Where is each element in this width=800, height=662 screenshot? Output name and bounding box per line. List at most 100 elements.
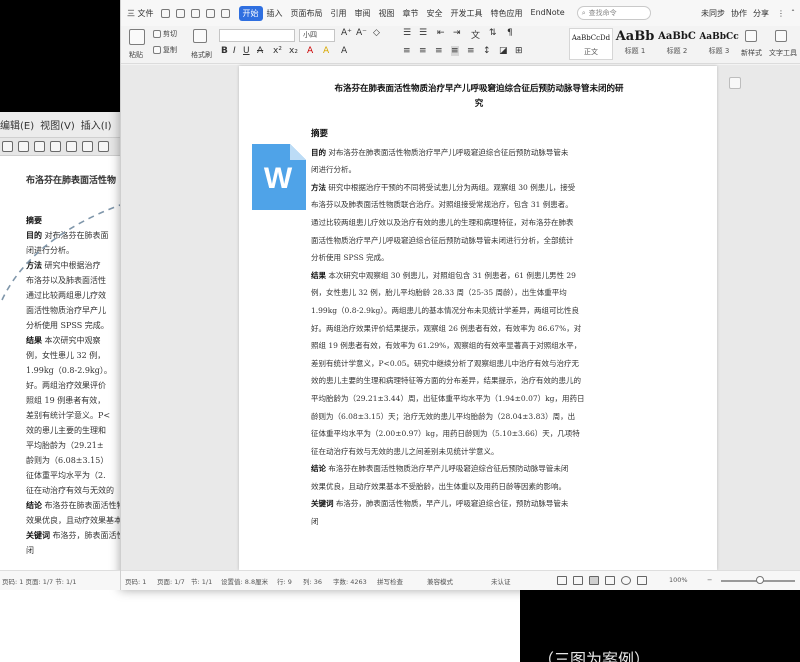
copy-button[interactable]: 复制	[163, 45, 177, 55]
tab-9[interactable]: 特色应用	[487, 6, 527, 21]
align-center-icon[interactable]: ≡	[419, 46, 427, 56]
print-icon[interactable]	[175, 8, 185, 18]
font-size-select[interactable]: 小四	[299, 29, 335, 42]
paste-icon[interactable]	[129, 29, 145, 45]
superscript-button[interactable]: x²	[273, 46, 282, 56]
share-button[interactable]: 分享	[753, 8, 769, 19]
background-menu-item[interactable]: 编辑(E)	[0, 117, 34, 132]
background-menu-item[interactable]: 视图(V)	[40, 117, 75, 132]
fullscreen-icon[interactable]	[557, 576, 567, 585]
shading-icon[interactable]: ◪	[499, 46, 508, 56]
certification-status[interactable]: 未认证	[491, 576, 511, 586]
justify-icon[interactable]: ≡	[451, 46, 459, 56]
tab-8[interactable]: 开发工具	[447, 6, 487, 21]
show-marks-icon[interactable]: ¶	[507, 28, 513, 38]
tab-7[interactable]: 安全	[423, 6, 447, 21]
chinese-layout-icon[interactable]: 文	[471, 28, 480, 41]
align-right-icon[interactable]: ≡	[435, 46, 443, 56]
document-page[interactable]: 布洛芬在肺表面活性物质治疗早产儿呼吸窘迫综合征后预防动脉导管未闭的研 究 摘要 …	[239, 66, 717, 570]
bold-button[interactable]: B	[221, 46, 228, 56]
font-family-select[interactable]	[219, 29, 295, 42]
file-menu[interactable]: 三 文件	[123, 6, 158, 21]
tab-10[interactable]: EndNote	[527, 6, 569, 21]
new-style-button[interactable]: 新样式	[741, 48, 762, 58]
line-spacing-icon[interactable]: ↕	[483, 46, 491, 56]
copy-icon[interactable]	[153, 46, 161, 54]
numbering-icon[interactable]: ☰	[419, 28, 427, 38]
grow-font-button[interactable]: A⁺	[341, 28, 352, 38]
spellcheck-button[interactable]: 拼写检查	[377, 576, 403, 586]
save-icon[interactable]	[160, 8, 170, 18]
tab-2[interactable]: 页面布局	[287, 6, 327, 21]
underline-button[interactable]: U	[243, 46, 250, 56]
tab-5[interactable]: 视图	[375, 6, 399, 21]
borders-icon[interactable]: ⊞	[515, 46, 523, 56]
text-tools-icon[interactable]	[775, 30, 787, 42]
bullets-icon[interactable]: ☰	[403, 28, 411, 38]
increase-indent-icon[interactable]: ⇥	[453, 28, 461, 38]
line-text: 研究中根据治疗干预的不同将受试患儿分为两组。观察组 30 例患儿，接受	[328, 182, 576, 192]
side-panel-icon[interactable]	[729, 77, 741, 89]
search-input[interactable]: ⌕ 查找命令	[576, 6, 651, 20]
compat-mode[interactable]: 兼容模式	[427, 576, 453, 586]
format-painter-icon[interactable]	[193, 29, 207, 43]
shrink-font-button[interactable]: A⁻	[356, 28, 367, 38]
zoom-level[interactable]: 100%	[669, 576, 688, 584]
tab-1[interactable]: 插入	[263, 6, 287, 21]
zoom-slider-thumb[interactable]	[756, 576, 764, 584]
eye-protect-icon[interactable]	[621, 576, 631, 585]
collaborate-button[interactable]: 协作	[731, 8, 747, 19]
cut-button[interactable]: 剪切	[163, 29, 177, 39]
text-tools-button[interactable]: 文字工具	[769, 48, 797, 58]
sort-icon[interactable]: ⇅	[489, 28, 497, 38]
background-menu-item[interactable]: 插入(I)	[81, 117, 112, 132]
line-text: 龄则为（6.08±3.15）天；治疗无效的患儿平均胎龄为（28.04±3.83）…	[311, 411, 576, 421]
zoom-out-button[interactable]: −	[707, 576, 712, 584]
status-section[interactable]: 节: 1/1	[191, 576, 212, 586]
status-page[interactable]: 页码: 1	[125, 576, 146, 586]
read-mode-icon[interactable]	[637, 576, 647, 585]
collapse-icon[interactable]: ˆ	[791, 9, 795, 18]
status-column[interactable]: 列: 36	[303, 576, 322, 586]
char-shading-button[interactable]: A	[341, 46, 347, 56]
paste-button[interactable]: 粘贴	[129, 50, 143, 60]
status-row[interactable]: 行: 9	[277, 576, 292, 586]
tab-6[interactable]: 章节	[399, 6, 423, 21]
preview-icon[interactable]	[190, 8, 200, 18]
line-text: 1.99kg（0.8-2.9kg）。	[26, 366, 112, 375]
line-text: 闭	[311, 517, 319, 527]
document-canvas[interactable]: 布洛芬在肺表面活性物质治疗早产儿呼吸窘迫综合征后预防动脉导管未闭的研 究 摘要 …	[121, 65, 800, 570]
clear-format-button[interactable]: ◇	[373, 28, 380, 38]
undo-icon[interactable]	[205, 8, 215, 18]
document-text[interactable]: 布洛芬在肺表面活性物质治疗早产儿呼吸窘迫综合征后预防动脉导管未闭的研 究 摘要 …	[311, 82, 647, 531]
align-left-icon[interactable]: ≡	[403, 46, 411, 56]
line-text: 差别有统计学意义，P<0.05。研究中继续分析了观察组患儿中治疗有效与治疗无	[311, 358, 580, 368]
redo-icon[interactable]	[220, 8, 230, 18]
more-icon[interactable]: ⋮	[777, 9, 785, 18]
format-painter-button[interactable]: 格式刷	[191, 50, 212, 60]
new-style-icon[interactable]	[745, 30, 757, 42]
style-heading-3[interactable]: AaBbCc 标题 3	[699, 28, 739, 60]
status-pages[interactable]: 页面: 1/7	[157, 576, 185, 586]
tab-0[interactable]: 开始	[238, 5, 263, 21]
strikethrough-button[interactable]: A	[257, 46, 263, 56]
tab-3[interactable]: 引用	[327, 6, 351, 21]
distribute-icon[interactable]: ≡	[467, 46, 475, 56]
style-normal[interactable]: AaBbCcDd 正文	[569, 28, 613, 60]
sync-status[interactable]: 未同步	[701, 8, 725, 19]
abstract-body: 目的 对布洛芬在肺表面活性物质治疗早产儿呼吸窘迫综合征后预防动脉导管未 闭进行分析…	[311, 144, 647, 531]
outline-view-icon[interactable]	[573, 576, 583, 585]
decrease-indent-icon[interactable]: ⇤	[437, 28, 445, 38]
subscript-button[interactable]: x₂	[289, 46, 298, 56]
cut-icon[interactable]	[153, 30, 161, 38]
highlight-button[interactable]: A	[323, 46, 329, 56]
style-heading-1[interactable]: AaBb 标题 1	[615, 28, 655, 60]
status-setting[interactable]: 设置值: 8.8厘米	[221, 576, 268, 586]
page-view-icon[interactable]	[589, 576, 599, 585]
tab-4[interactable]: 审阅	[351, 6, 375, 21]
style-heading-2[interactable]: AaBbC 标题 2	[657, 28, 697, 60]
status-word-count[interactable]: 字数: 4263	[333, 576, 367, 586]
italic-button[interactable]: I	[233, 46, 236, 56]
font-color-button[interactable]: A	[307, 46, 313, 56]
web-view-icon[interactable]	[605, 576, 615, 585]
